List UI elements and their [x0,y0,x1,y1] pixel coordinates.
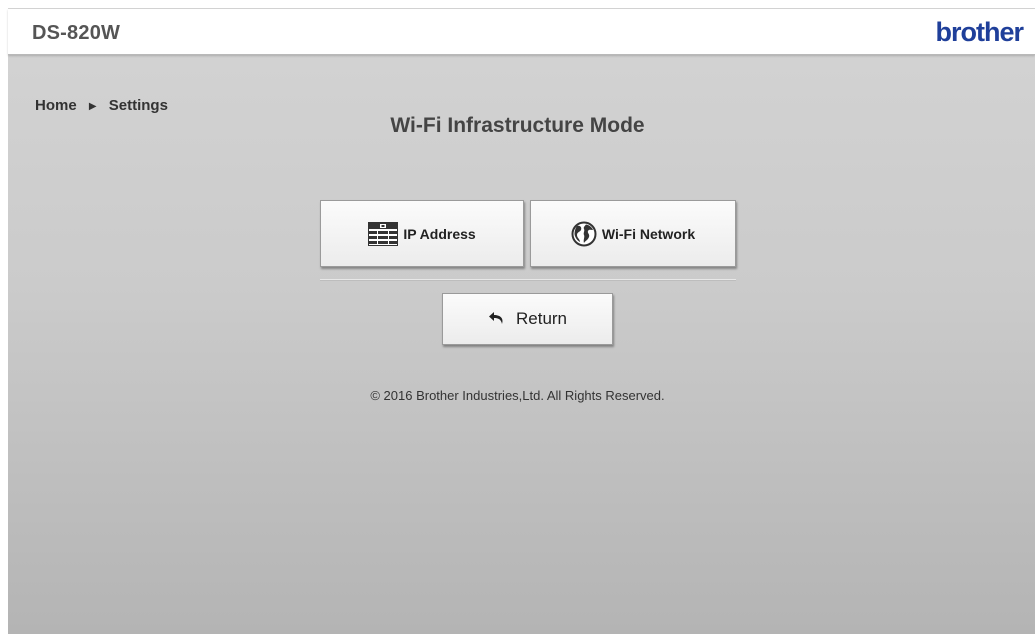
globe-icon [571,221,597,247]
return-button[interactable]: Return [442,293,613,345]
breadcrumb-home-link[interactable]: Home [35,97,77,114]
header-bar: DS-820W brother [8,9,1035,55]
ip-address-label: IP Address [403,225,476,242]
return-arrow-icon [488,311,506,327]
brother-logo: brother [935,17,1024,47]
breadcrumb: Home ▶ Settings [35,97,168,114]
ip-address-icon [368,221,399,246]
model-name: DS-820W [32,22,121,44]
ip-address-button[interactable]: IP Address [320,200,524,267]
breadcrumb-current: Settings [108,97,168,114]
return-label: Return [515,309,568,328]
wifi-network-button[interactable]: Wi-Fi Network [530,200,736,267]
app-window: DS-820W brother Home ▶ Settings Wi-Fi In… [8,8,1035,634]
divider [320,279,736,281]
copyright-text: © 2016 Brother Industries,Ltd. All Right… [370,388,665,403]
page-title: Wi-Fi Infrastructure Mode [390,114,645,137]
triangle-right-icon: ▶ [88,101,97,112]
wifi-network-label: Wi-Fi Network [601,225,696,242]
